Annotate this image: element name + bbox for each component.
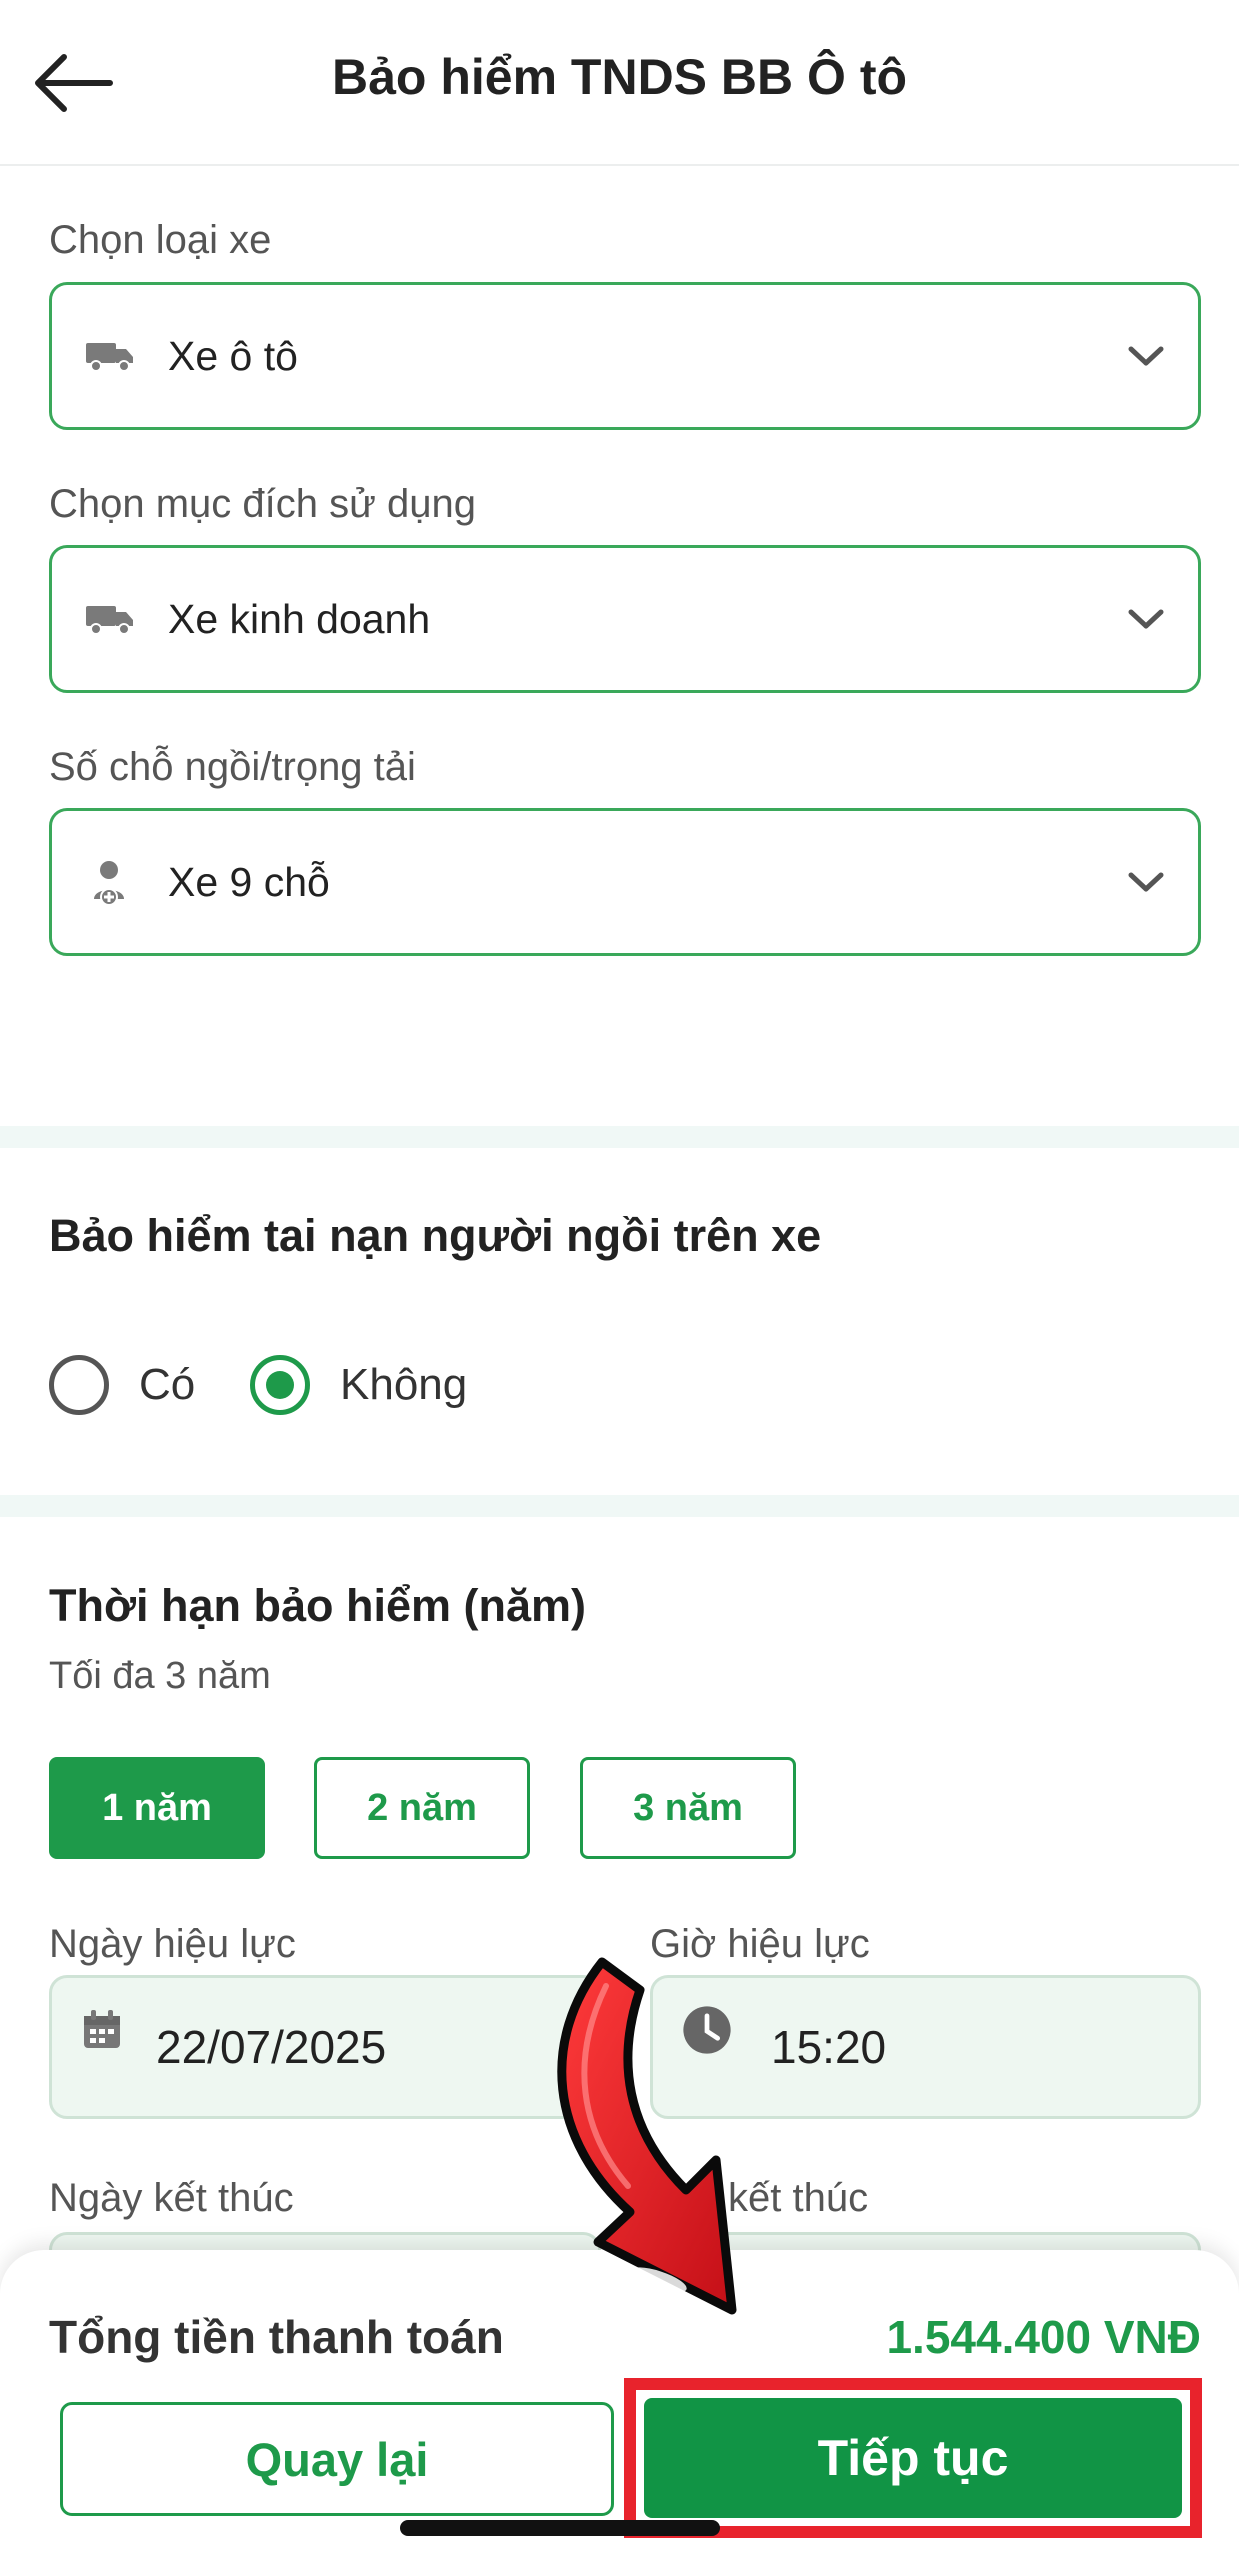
- chevron-down-icon: [1128, 609, 1164, 629]
- chevron-down-icon: [1128, 872, 1164, 892]
- term-option-1-year[interactable]: 1 năm: [49, 1757, 265, 1859]
- seats-select[interactable]: Xe 9 chỗ: [49, 808, 1201, 956]
- seats-label: Số chỗ ngồi/trọng tải: [49, 745, 416, 789]
- chevron-down-icon: [1128, 346, 1164, 366]
- radio-no[interactable]: Không: [250, 1355, 467, 1415]
- app-header: Bảo hiểm TNDS BB Ô tô: [0, 0, 1239, 166]
- term-option-2-years[interactable]: 2 năm: [314, 1757, 530, 1859]
- total-label: Tổng tiền thanh toán: [49, 2311, 504, 2363]
- calendar-icon: [84, 2010, 120, 2048]
- start-date-value: 22/07/2025: [156, 2021, 387, 2073]
- radio-no-label: Không: [340, 1360, 468, 1409]
- screen: Bảo hiểm TNDS BB Ô tô Chọn loại xe Xe ô …: [0, 0, 1239, 2560]
- start-time-value: 15:20: [771, 2021, 887, 2073]
- radio-circle: [49, 1355, 109, 1415]
- accident-insurance-title: Bảo hiểm tai nạn người ngồi trên xe: [49, 1210, 822, 1261]
- term-option-3-years[interactable]: 3 năm: [580, 1757, 796, 1859]
- section-divider: [0, 1126, 1239, 1148]
- annotation-arrow-icon: [557, 1957, 737, 2315]
- radio-yes-label: Có: [139, 1360, 196, 1409]
- usage-purpose-value: Xe kinh doanh: [168, 595, 431, 642]
- page-title: Bảo hiểm TNDS BB Ô tô: [331, 49, 908, 105]
- truck-icon: [84, 599, 136, 639]
- end-date-label: Ngày kết thúc: [49, 2176, 294, 2220]
- usage-purpose-label: Chọn mục đích sử dụng: [49, 482, 477, 526]
- vehicle-type-select[interactable]: Xe ô tô: [49, 282, 1201, 430]
- start-date-label: Ngày hiệu lực: [49, 1922, 296, 1966]
- term-title: Thời hạn bảo hiểm (năm): [49, 1580, 587, 1631]
- radio-yes[interactable]: Có: [49, 1355, 195, 1415]
- term-subtitle: Tối đa 3 năm: [49, 1655, 271, 1697]
- truck-icon: [84, 336, 136, 376]
- back-step-button[interactable]: Quay lại: [60, 2402, 614, 2516]
- home-indicator: [400, 2520, 720, 2536]
- continue-button[interactable]: Tiếp tục: [644, 2398, 1182, 2518]
- vehicle-type-value: Xe ô tô: [168, 332, 298, 379]
- total-value: 1.544.400 VNĐ: [886, 2311, 1201, 2363]
- vehicle-type-label: Chọn loại xe: [49, 218, 272, 262]
- person-add-icon: [84, 861, 136, 905]
- radio-circle-selected: [250, 1355, 310, 1415]
- seats-value: Xe 9 chỗ: [168, 858, 330, 905]
- usage-purpose-select[interactable]: Xe kinh doanh: [49, 545, 1201, 693]
- section-divider: [0, 1495, 1239, 1517]
